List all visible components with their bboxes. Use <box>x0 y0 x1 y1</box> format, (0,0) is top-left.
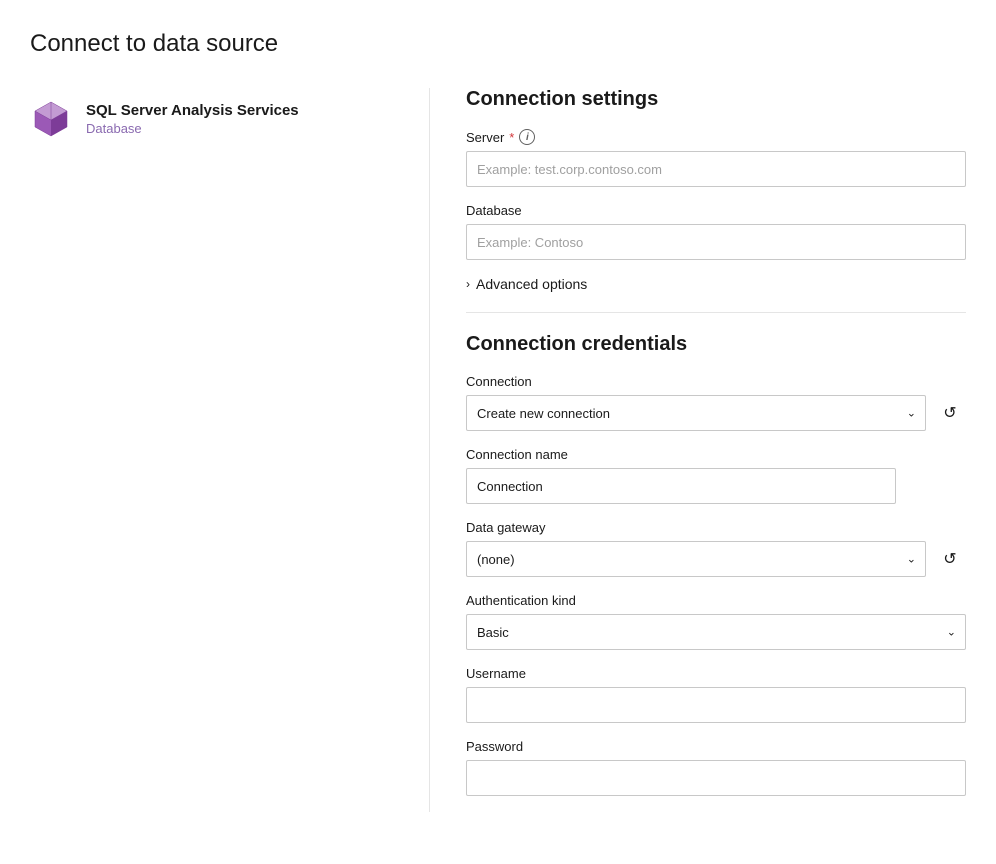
connection-label: Connection <box>466 374 966 389</box>
auth-kind-select-wrapper: Basic Windows OAuth2 ⌄ <box>466 614 966 650</box>
page-title: Connect to data source <box>30 30 966 58</box>
data-gateway-label: Data gateway <box>466 520 966 535</box>
connection-credentials-title: Connection credentials <box>466 333 966 356</box>
username-input[interactable] <box>466 687 966 723</box>
advanced-options-toggle[interactable]: › Advanced options <box>466 276 966 292</box>
server-label: Server * i <box>466 129 966 145</box>
connection-settings-title: Connection settings <box>466 88 966 111</box>
advanced-options-label: Advanced options <box>476 276 587 292</box>
data-gateway-select-wrapper: (none) ⌄ <box>466 541 926 577</box>
data-gateway-refresh-button[interactable]: ↺ <box>934 543 966 575</box>
service-name: SQL Server Analysis Services <box>86 102 299 119</box>
connection-settings-section: Connection settings Server * i Database <box>466 88 966 292</box>
server-info-icon[interactable]: i <box>519 129 535 145</box>
database-field-group: Database <box>466 203 966 260</box>
auth-kind-field-group: Authentication kind Basic Windows OAuth2… <box>466 593 966 650</box>
database-label: Database <box>466 203 966 218</box>
password-field-group: Password <box>466 739 966 796</box>
connection-field-group: Connection Create new connection ⌄ ↺ <box>466 374 966 431</box>
connection-credentials-section: Connection credentials Connection Create… <box>466 333 966 796</box>
connection-select[interactable]: Create new connection <box>466 395 926 431</box>
advanced-options-chevron-icon: › <box>466 277 470 291</box>
data-gateway-field-group: Data gateway (none) ⌄ ↺ <box>466 520 966 577</box>
database-input[interactable] <box>466 224 966 260</box>
service-type: Database <box>86 121 299 136</box>
service-info: SQL Server Analysis Services Database <box>86 102 299 136</box>
auth-kind-label: Authentication kind <box>466 593 966 608</box>
connection-refresh-button[interactable]: ↺ <box>934 397 966 429</box>
main-panel: Connection settings Server * i Database <box>430 88 966 812</box>
server-input[interactable] <box>466 151 966 187</box>
connection-dropdown-row: Create new connection ⌄ ↺ <box>466 395 966 431</box>
required-indicator: * <box>509 130 514 145</box>
service-icon <box>30 98 72 140</box>
server-field-group: Server * i <box>466 129 966 187</box>
connection-select-wrapper: Create new connection ⌄ <box>466 395 926 431</box>
sidebar: SQL Server Analysis Services Database <box>30 88 430 812</box>
data-gateway-select[interactable]: (none) <box>466 541 926 577</box>
password-input[interactable] <box>466 760 966 796</box>
password-label: Password <box>466 739 966 754</box>
username-field-group: Username <box>466 666 966 723</box>
username-label: Username <box>466 666 966 681</box>
service-item: SQL Server Analysis Services Database <box>30 88 399 150</box>
data-gateway-dropdown-row: (none) ⌄ ↺ <box>466 541 966 577</box>
section-divider <box>466 312 966 313</box>
connection-name-label: Connection name <box>466 447 966 462</box>
connection-name-input[interactable] <box>466 468 896 504</box>
connection-name-field-group: Connection name <box>466 447 966 504</box>
auth-kind-select[interactable]: Basic Windows OAuth2 <box>466 614 966 650</box>
